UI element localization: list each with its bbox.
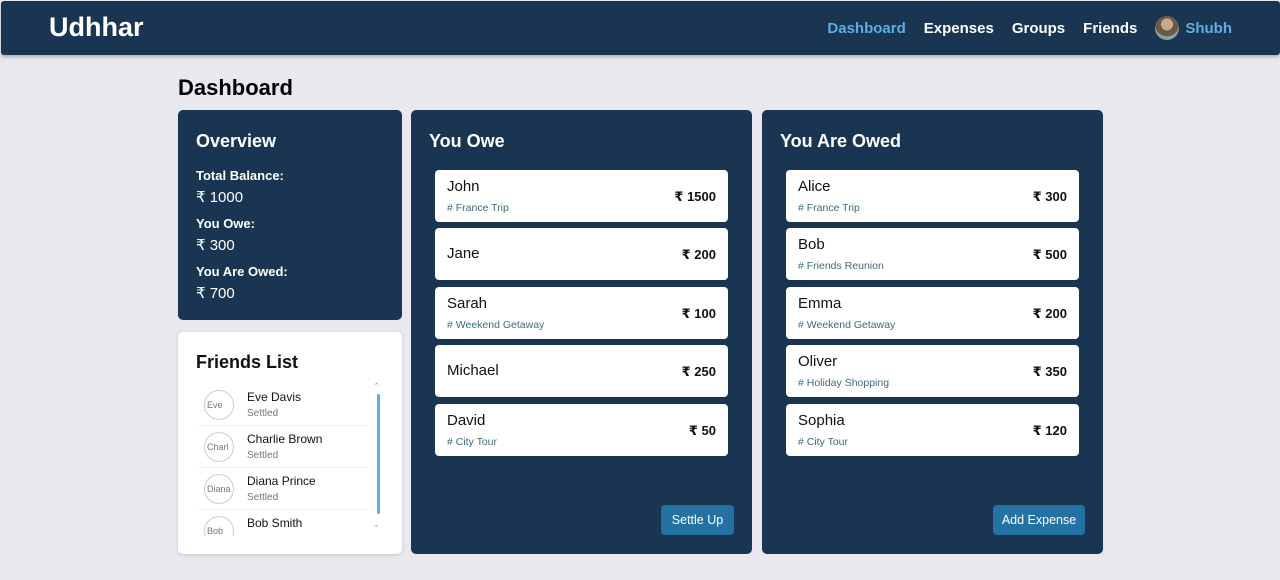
scroll-down-icon[interactable]: ˇ <box>375 524 378 534</box>
amount: ₹ 1500 <box>674 189 716 204</box>
overview-title: Overview <box>196 131 277 151</box>
nav-expenses-link[interactable]: Expenses <box>924 20 994 37</box>
expense-tag: # Weekend Getaway <box>447 319 545 331</box>
person-name: Alice <box>798 178 831 195</box>
friend-item[interactable]: Diana Diana Prince Settled <box>198 468 370 510</box>
you-owe-title: You Owe <box>429 131 505 151</box>
friend-name: Diana Prince <box>247 474 316 488</box>
you-are-owed-title: You Are Owed <box>780 131 902 151</box>
amount: ₹ 100 <box>681 306 716 321</box>
friends-list-card: Friends List Eve Eve Davis Settled Charl… <box>178 332 402 554</box>
person-name: Bob <box>798 236 825 253</box>
page-title: Dashboard <box>178 75 293 100</box>
credit-item[interactable]: Oliver # Holiday Shopping ₹ 350 <box>786 345 1079 397</box>
add-expense-button[interactable]: Add Expense <box>993 505 1085 535</box>
amount: ₹ 120 <box>1032 423 1067 438</box>
amount: ₹ 50 <box>688 423 716 438</box>
user-avatar <box>1155 16 1180 40</box>
debt-item[interactable]: John # France Trip ₹ 1500 <box>435 170 728 222</box>
person-name: John <box>447 178 480 195</box>
you-owe-card: You Owe John # France Trip ₹ 1500 Jane ₹… <box>411 110 752 554</box>
person-name: David <box>447 412 486 429</box>
friend-avatar: Bob <box>204 516 234 536</box>
credit-item[interactable]: Alice # France Trip ₹ 300 <box>786 170 1079 222</box>
friend-name: Charlie Brown <box>247 432 323 446</box>
nav-dashboard-link[interactable]: Dashboard <box>827 20 905 37</box>
expense-tag: # Holiday Shopping <box>798 377 890 389</box>
debt-item[interactable]: Jane ₹ 200 <box>435 228 728 280</box>
friend-item[interactable]: Charl Charlie Brown Settled <box>198 426 370 468</box>
user-menu[interactable]: Shubh <box>1155 16 1232 40</box>
scrollbar-thumb[interactable] <box>377 394 380 514</box>
nav-groups-link[interactable]: Groups <box>1012 20 1065 37</box>
friend-status: Settled <box>247 450 279 461</box>
nav-links: Dashboard Expenses Groups Friends Shubh <box>809 1 1232 55</box>
person-name: Sophia <box>798 412 845 429</box>
friend-status: Settled <box>247 492 279 503</box>
friends-list-title: Friends List <box>196 352 299 372</box>
friend-item[interactable]: Bob Bob Smith <box>198 510 370 536</box>
friend-name: Bob Smith <box>247 516 303 530</box>
amount: ₹ 200 <box>681 247 716 262</box>
expense-tag: # Friends Reunion <box>798 260 884 272</box>
overview-card: Overview Total Balance: ₹ 1000 You Owe: … <box>178 110 402 320</box>
settle-up-button[interactable]: Settle Up <box>661 505 734 535</box>
friends-list[interactable]: Eve Eve Davis Settled Charl Charlie Brow… <box>198 384 370 536</box>
expense-tag: # City Tour <box>447 436 497 448</box>
person-name: Emma <box>798 295 842 312</box>
user-name: Shubh <box>1185 19 1232 37</box>
debt-item[interactable]: David # City Tour ₹ 50 <box>435 404 728 456</box>
scroll-up-icon[interactable]: ˆ <box>375 382 378 392</box>
expense-tag: # City Tour <box>798 436 848 448</box>
amount: ₹ 500 <box>1032 247 1067 262</box>
total-balance-value: ₹ 1000 <box>196 189 244 206</box>
nav-friends-link[interactable]: Friends <box>1083 20 1137 37</box>
you-are-owed-value: ₹ 700 <box>196 285 235 302</box>
credit-item[interactable]: Emma # Weekend Getaway ₹ 200 <box>786 287 1079 339</box>
you-are-owed-label: You Are Owed: <box>196 264 288 279</box>
amount: ₹ 350 <box>1032 364 1067 379</box>
friend-avatar: Eve <box>204 390 234 420</box>
person-name: Michael <box>447 362 499 379</box>
person-name: Jane <box>447 245 480 262</box>
expense-tag: # France Trip <box>447 202 509 214</box>
person-name: Sarah <box>447 295 488 312</box>
top-navbar: Udhhar Dashboard Expenses Groups Friends… <box>1 1 1280 55</box>
friend-avatar: Charl <box>204 432 234 462</box>
you-owe-label: You Owe: <box>196 216 255 231</box>
debt-item[interactable]: Michael ₹ 250 <box>435 345 728 397</box>
friend-status: Settled <box>247 408 279 419</box>
expense-tag: # France Trip <box>798 202 860 214</box>
you-owe-value: ₹ 300 <box>196 237 235 254</box>
friend-item[interactable]: Eve Eve Davis Settled <box>198 384 370 426</box>
amount: ₹ 200 <box>1032 306 1067 321</box>
friend-name: Eve Davis <box>247 390 302 404</box>
you-are-owed-card: You Are Owed Alice # France Trip ₹ 300 B… <box>762 110 1103 554</box>
amount: ₹ 300 <box>1032 189 1067 204</box>
total-balance-label: Total Balance: <box>196 168 284 183</box>
expense-tag: # Weekend Getaway <box>798 319 896 331</box>
person-name: Oliver <box>798 353 838 370</box>
friends-list-scrollbar[interactable]: ˆ ˇ <box>375 382 383 538</box>
credit-item[interactable]: Bob # Friends Reunion ₹ 500 <box>786 228 1079 280</box>
brand-logo[interactable]: Udhhar <box>49 12 144 43</box>
amount: ₹ 250 <box>681 364 716 379</box>
friend-avatar: Diana <box>204 474 234 504</box>
credit-item[interactable]: Sophia # City Tour ₹ 120 <box>786 404 1079 456</box>
debt-item[interactable]: Sarah # Weekend Getaway ₹ 100 <box>435 287 728 339</box>
